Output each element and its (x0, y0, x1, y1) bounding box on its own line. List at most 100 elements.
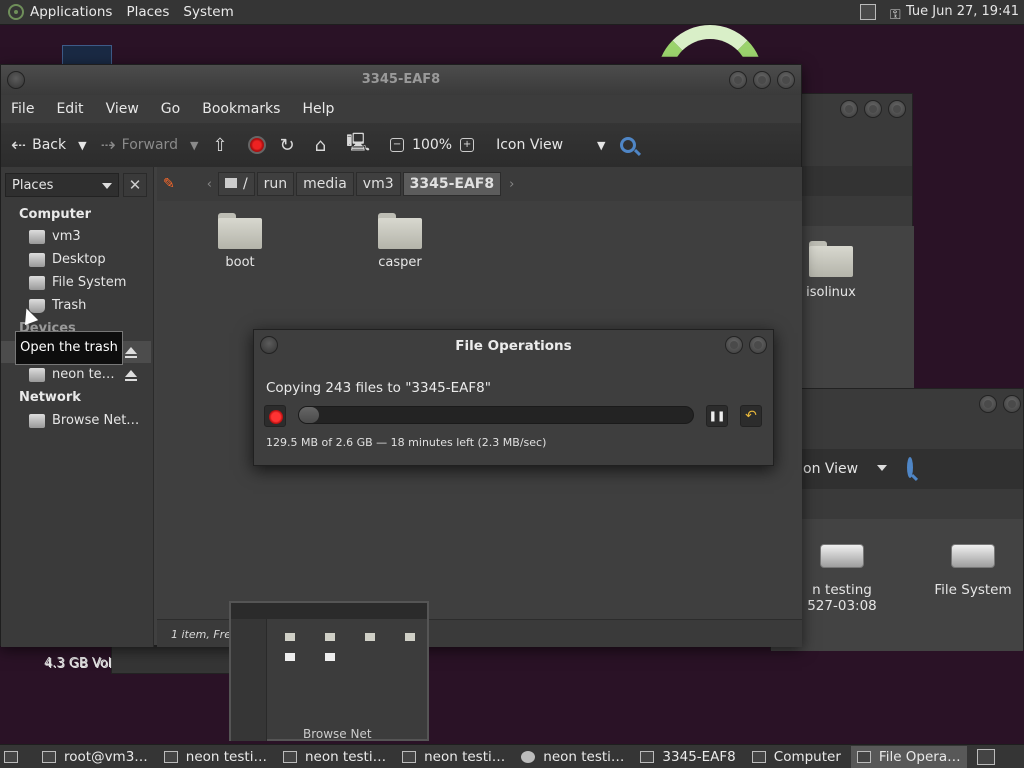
folder-icon (365, 633, 375, 641)
minimize-button[interactable] (840, 100, 858, 118)
forward-button[interactable]: ⇢ Forward ▼ (101, 135, 199, 156)
path-root-button[interactable]: / (217, 172, 255, 196)
sidebar-item-neon-testing[interactable]: neon te… (29, 367, 115, 382)
home-icon: ⌂ (314, 134, 327, 156)
path-run-button[interactable]: run (256, 172, 295, 196)
progress-fill (299, 407, 319, 423)
menu-system[interactable]: System (183, 4, 233, 20)
eject-icon[interactable] (125, 370, 137, 381)
file-item-boot[interactable]: boot (195, 213, 285, 270)
zoom-control: − 100% + (390, 137, 482, 153)
close-button[interactable] (777, 71, 795, 89)
task-neon-testing-disc[interactable]: neon testi… (515, 746, 630, 768)
search-icon[interactable] (907, 457, 913, 478)
close-button[interactable] (888, 100, 906, 118)
sidebar-item-desktop[interactable]: Desktop (29, 252, 106, 267)
up-arrow-icon: ⇧ (212, 134, 228, 156)
pause-button[interactable]: ❚❚ (706, 405, 728, 427)
task-3345-eaf8[interactable]: 3345-EAF8 (634, 746, 741, 768)
title-bar[interactable]: 3345-EAF8 (1, 65, 801, 95)
path-bar: ✎ ‹ / run media vm3 3345-EAF8 › (157, 167, 802, 201)
folder-icon (218, 213, 262, 249)
folder-icon (378, 213, 422, 249)
menu-go[interactable]: Go (161, 101, 180, 117)
document-icon (856, 750, 871, 763)
menu-help[interactable]: Help (302, 101, 334, 117)
key-icon[interactable]: ⚿ (890, 7, 901, 23)
folder-icon (285, 633, 295, 641)
task-neon-testing-3[interactable]: neon testi… (396, 746, 511, 768)
file-item-casper[interactable]: casper (355, 213, 445, 270)
menu-edit[interactable]: Edit (56, 101, 83, 117)
network-icon (29, 413, 45, 428)
path-root-label: / (242, 176, 248, 192)
maximize-button[interactable] (1003, 395, 1021, 413)
maximize-button[interactable] (864, 100, 882, 118)
back-button[interactable]: ⇠ Back ▼ (11, 135, 87, 156)
view-mode-select[interactable]: Icon View ▼ (496, 137, 605, 153)
places-combo[interactable]: Places (5, 173, 119, 197)
sidebar-item-trash[interactable]: Trash (29, 298, 86, 313)
stop-icon (247, 136, 266, 154)
distro-logo-icon[interactable] (8, 4, 24, 20)
menu-applications[interactable]: Applications (30, 4, 112, 20)
minimize-button[interactable] (979, 395, 997, 413)
show-desktop-button[interactable] (0, 746, 32, 768)
disc-icon (521, 750, 536, 763)
sidebar-item-vm3[interactable]: vm3 (29, 229, 81, 244)
window-preview-thumbnail[interactable]: Browse Net (229, 601, 429, 741)
menu-view[interactable]: View (106, 101, 139, 117)
task-terminal[interactable]: root@vm3… (36, 746, 154, 768)
path-vm3-button[interactable]: vm3 (355, 172, 401, 196)
chevron-down-icon[interactable] (877, 465, 887, 471)
menu-places[interactable]: Places (126, 4, 169, 20)
zoom-out-icon[interactable]: − (390, 138, 405, 152)
task-neon-testing-2[interactable]: neon testi… (277, 746, 392, 768)
path-current-button[interactable]: 3345-EAF8 (402, 172, 502, 196)
view-mode-label[interactable]: on View (803, 461, 858, 477)
home-button[interactable]: ⌂ (315, 135, 332, 156)
close-sidebar-button[interactable]: ✕ (123, 173, 147, 197)
reload-button[interactable]: ↻ (280, 135, 301, 156)
path-media-button[interactable]: media (296, 172, 354, 196)
workspace-icon (976, 748, 995, 765)
close-button[interactable] (749, 336, 767, 354)
file-operations-dialog[interactable]: File Operations Copying 243 files to "33… (253, 329, 774, 466)
chevron-right-icon[interactable]: › (509, 177, 514, 192)
window-menu-button[interactable] (7, 71, 25, 89)
view-mode-label: Icon View (496, 137, 564, 153)
chevron-left-icon[interactable]: ‹ (207, 177, 212, 192)
drive-icon (282, 750, 297, 763)
undo-button[interactable]: ↶ (740, 405, 762, 427)
up-button[interactable]: ⇧ (212, 135, 233, 156)
drive-name: File System (934, 582, 1012, 598)
background-window-2[interactable]: on View n testing 527-03:08 File System (770, 388, 1024, 651)
cancel-button[interactable] (264, 405, 286, 427)
sidebar-item-file-system[interactable]: File System (29, 275, 126, 290)
task-computer[interactable]: Computer (746, 746, 847, 768)
drive-item[interactable]: File System (931, 544, 1015, 598)
stop-button[interactable] (247, 136, 266, 154)
eject-icon[interactable] (125, 347, 137, 358)
chevron-down-icon[interactable]: ▼ (190, 139, 198, 152)
maximize-button[interactable] (753, 71, 771, 89)
back-label: Back (32, 137, 67, 153)
computer-button[interactable]: 🖳 (346, 130, 376, 160)
drive-item[interactable]: n testing 527-03:08 (797, 544, 887, 614)
edit-location-icon[interactable]: ✎ (163, 176, 175, 192)
chevron-down-icon[interactable]: ▼ (78, 139, 86, 152)
workspace-switcher[interactable] (971, 746, 1009, 768)
clock[interactable]: Tue Jun 27, 19:41 (906, 4, 1019, 19)
file-icon (325, 653, 335, 661)
minimize-button[interactable] (725, 336, 743, 354)
task-neon-testing-1[interactable]: neon testi… (158, 746, 273, 768)
menu-file[interactable]: File (11, 101, 34, 117)
search-button[interactable] (619, 137, 636, 153)
chevron-down-icon (102, 183, 112, 189)
zoom-in-icon[interactable]: + (460, 138, 475, 152)
notes-icon[interactable] (860, 4, 876, 20)
menu-bookmarks[interactable]: Bookmarks (202, 101, 280, 117)
task-file-operations[interactable]: File Opera… (850, 745, 967, 768)
minimize-button[interactable] (729, 71, 747, 89)
sidebar-item-browse-network[interactable]: Browse Net… (29, 413, 139, 428)
